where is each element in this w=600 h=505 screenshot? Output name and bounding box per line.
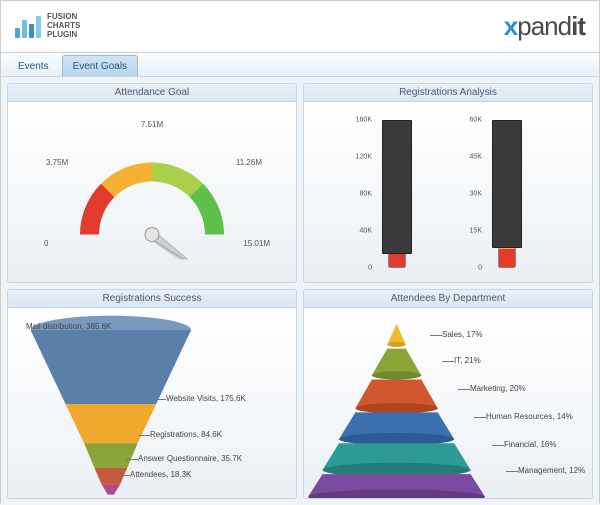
xpandit-logo: xpandit bbox=[504, 11, 585, 42]
fusioncharts-plugin-text: FUSION CHARTS PLUGIN bbox=[47, 13, 80, 39]
linear-gauge-2: 60K 45K 30K 15K 0 bbox=[484, 120, 530, 268]
fusioncharts-plugin-logo: FUSION CHARTS PLUGIN bbox=[15, 13, 80, 39]
gauge-tick-4: 15.01M bbox=[243, 239, 270, 248]
panel-registrations-success: Registrations Success Mail distribution,… bbox=[7, 289, 297, 499]
pyramid-label-0: Sales, 17% bbox=[442, 330, 482, 339]
panel-attendees-by-department: Attendees By Department S bbox=[303, 289, 593, 499]
gauge-chart: 0 3.75M 7.51M 11.26M 15.01M bbox=[8, 102, 296, 282]
funnel-label-2: Registrations, 84.6K bbox=[150, 430, 222, 439]
panel-title: Registrations Success bbox=[8, 290, 296, 308]
gauge-tick-0: 0 bbox=[44, 239, 48, 248]
fusioncharts-bars-icon bbox=[15, 14, 41, 38]
pyramid-label-4: Financial, 16% bbox=[504, 440, 556, 449]
tab-bar: Events Event Goals bbox=[1, 53, 599, 77]
funnel-label-1: Website Visits, 175.6K bbox=[166, 394, 246, 403]
panel-title: Registrations Analysis bbox=[304, 84, 592, 102]
tab-event-goals[interactable]: Event Goals bbox=[62, 55, 138, 76]
pyramid-label-1: IT, 21% bbox=[454, 356, 481, 365]
linear-gauges: 160K 120K 80K 40K 0 60K 45K 30K bbox=[304, 102, 592, 282]
funnel-label-0: Mail distribution, 385.6K bbox=[26, 322, 111, 331]
dashboard-grid: Attendance Goal bbox=[1, 77, 599, 505]
funnel-label-4: Attendees, 18.3K bbox=[130, 470, 191, 479]
pyramid-label-3: Human Resources, 14% bbox=[486, 412, 573, 421]
funnel-chart: Mail distribution, 385.6K Website Visits… bbox=[8, 308, 296, 499]
panel-attendance-goal: Attendance Goal bbox=[7, 83, 297, 283]
pyramid-chart: Sales, 17% IT, 21% Marketing, 20% Human … bbox=[304, 308, 592, 499]
panel-title: Attendance Goal bbox=[8, 84, 296, 102]
tab-events[interactable]: Events bbox=[7, 55, 60, 76]
gauge-tick-2: 7.51M bbox=[141, 120, 163, 129]
pyramid-label-2: Marketing, 20% bbox=[470, 384, 526, 393]
pyramid-label-5: Management, 12% bbox=[518, 466, 585, 475]
panel-title: Attendees By Department bbox=[304, 290, 592, 308]
funnel-label-3: Answer Questionnaire, 35.7K bbox=[138, 454, 242, 463]
linear-gauge-1: 160K 120K 80K 40K 0 bbox=[374, 120, 420, 268]
gauge-tick-1: 3.75M bbox=[46, 158, 68, 167]
panel-registrations-analysis: Registrations Analysis 160K 120K 80K 40K… bbox=[303, 83, 593, 283]
gauge-svg bbox=[57, 140, 247, 260]
gauge-tick-3: 11.26M bbox=[236, 158, 262, 167]
top-bar: FUSION CHARTS PLUGIN xpandit bbox=[1, 1, 599, 53]
